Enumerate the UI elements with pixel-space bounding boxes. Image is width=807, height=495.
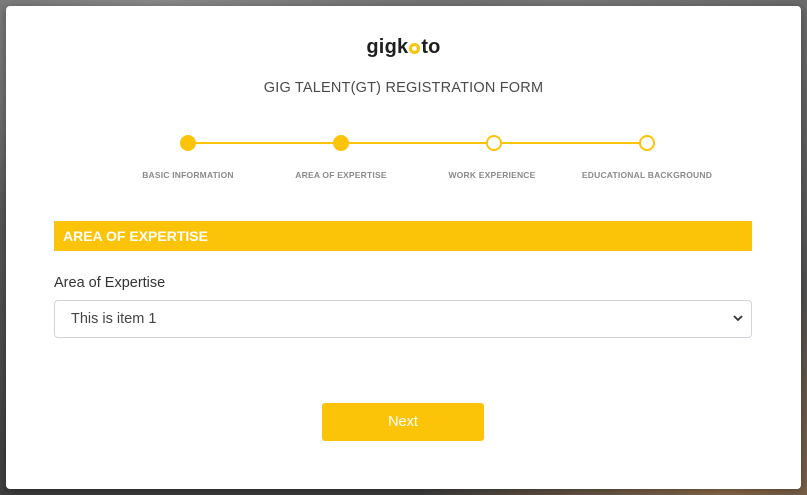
selected-value: This is item 1 xyxy=(71,311,157,327)
step-1-indicator xyxy=(180,135,196,151)
step-3-indicator xyxy=(486,135,502,151)
area-of-expertise-select[interactable]: This is item 1 xyxy=(54,300,752,338)
step-4-label: EDUCATIONAL BACKGROUND xyxy=(581,170,713,180)
gigkoto-logo: gigk to xyxy=(366,36,441,58)
step-2-label: AREA OF EXPERTISE xyxy=(295,170,387,180)
step-connector xyxy=(500,142,647,144)
logo-o-mark-icon xyxy=(409,43,421,54)
step-3-label: WORK EXPERIENCE xyxy=(448,170,536,180)
form-title: GIG TALENT(GT) REGISTRATION FORM xyxy=(263,80,544,96)
progress-stepper: BASIC INFORMATION AREA OF EXPERTISE WORK… xyxy=(6,132,801,192)
step-connector xyxy=(194,142,341,144)
next-button[interactable]: Next xyxy=(322,403,484,441)
step-1-label: BASIC INFORMATION xyxy=(142,170,234,180)
area-of-expertise-label: Area of Expertise xyxy=(54,275,166,291)
step-4-indicator xyxy=(639,135,655,151)
step-2-indicator xyxy=(333,135,349,151)
step-connector xyxy=(347,142,494,144)
chevron-down-icon xyxy=(733,301,743,351)
section-header: AREA OF EXPERTISE xyxy=(54,221,752,251)
registration-modal: gigk to GIG TALENT(GT) REGISTRATION FORM … xyxy=(6,6,801,489)
